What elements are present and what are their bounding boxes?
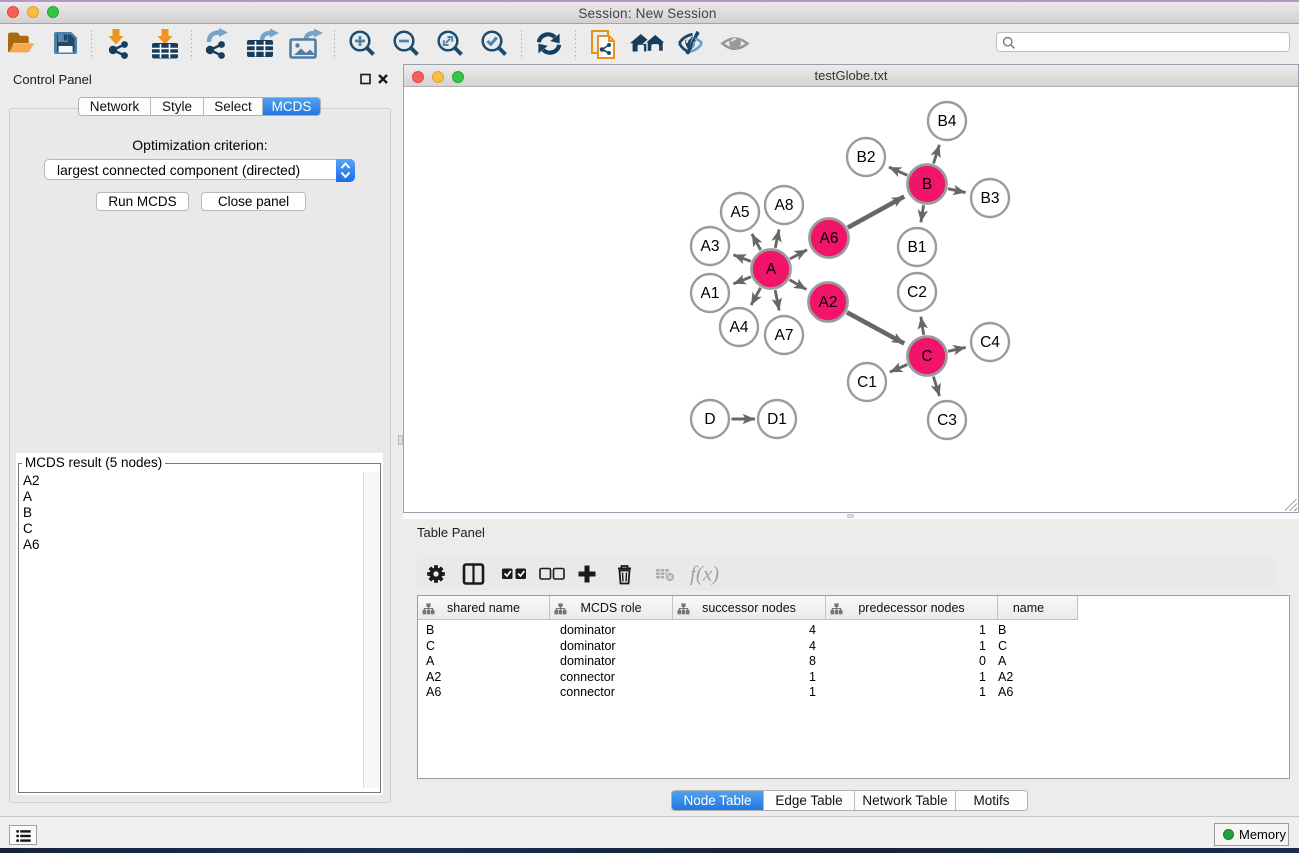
svg-text:A6: A6 [820, 230, 839, 247]
svg-text:A2: A2 [819, 294, 838, 311]
svg-text:B4: B4 [938, 113, 957, 130]
svg-text:B: B [922, 176, 932, 193]
svg-text:A8: A8 [775, 197, 794, 214]
svg-text:C: C [921, 348, 932, 365]
svg-text:D: D [704, 411, 715, 428]
svg-text:C1: C1 [857, 374, 877, 391]
svg-text:A4: A4 [730, 319, 749, 336]
svg-text:C4: C4 [980, 334, 1000, 351]
svg-text:A: A [766, 261, 777, 278]
svg-text:C3: C3 [937, 412, 957, 429]
svg-text:A7: A7 [775, 327, 794, 344]
svg-text:D1: D1 [767, 411, 787, 428]
svg-text:A3: A3 [701, 238, 720, 255]
svg-text:B1: B1 [908, 239, 927, 256]
svg-text:A1: A1 [701, 285, 720, 302]
svg-text:B2: B2 [857, 149, 876, 166]
svg-text:B3: B3 [981, 190, 1000, 207]
svg-text:f(x): f(x) [690, 562, 719, 586]
svg-text:A5: A5 [731, 204, 750, 221]
svg-text:C2: C2 [907, 284, 927, 301]
